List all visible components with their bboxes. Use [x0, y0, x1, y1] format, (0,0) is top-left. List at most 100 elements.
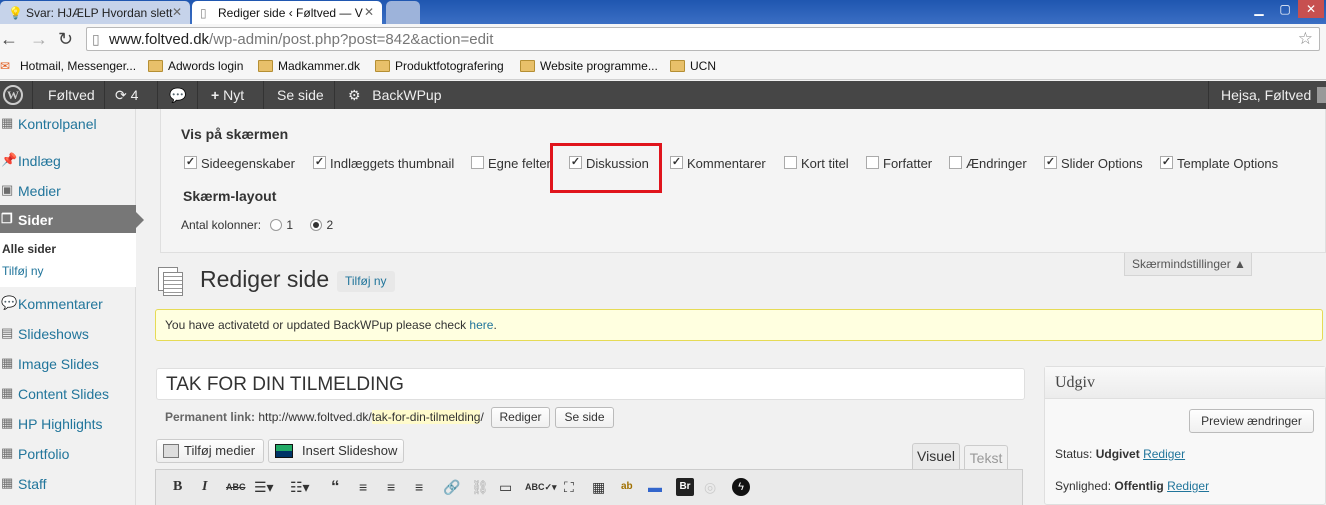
bookmark-item[interactable]: Madkammer.dk — [258, 59, 360, 73]
forward-icon[interactable]: → — [30, 28, 48, 50]
shortcode-icon[interactable]: ϟ — [732, 478, 750, 496]
edit-permalink-button[interactable]: Rediger — [491, 407, 550, 428]
insert-slideshow-button[interactable]: Insert Slideshow — [268, 439, 404, 463]
checkbox-option[interactable]: ✓ Template Options — [1160, 156, 1278, 171]
submenu-all-pages[interactable]: Alle sider — [2, 242, 56, 256]
checkbox-option[interactable]: Forfatter — [866, 156, 932, 171]
new-content-menu[interactable]: + Nyt — [211, 81, 244, 109]
tab-visual[interactable]: Visuel — [912, 443, 960, 470]
menu-content-slides[interactable]: ▦ Content Slides — [0, 379, 136, 409]
menu-label: Medier — [18, 183, 61, 199]
bookmark-item[interactable]: Website programme... — [520, 59, 658, 73]
highlight-icon[interactable]: ▬ — [648, 478, 662, 496]
site-name-menu[interactable]: Føltved — [48, 81, 95, 109]
tab-text[interactable]: Tekst — [964, 445, 1008, 470]
checkbox[interactable] — [866, 156, 879, 169]
post-title-input[interactable]: TAK FOR DIN TILMELDING — [156, 368, 1025, 400]
checkbox[interactable] — [471, 156, 484, 169]
edit-visibility-link[interactable]: Rediger — [1167, 479, 1209, 493]
menu-staff[interactable]: ▦ Staff — [0, 469, 136, 499]
bold-icon[interactable]: B — [173, 478, 182, 496]
preview-changes-button[interactable]: Preview ændringer — [1189, 409, 1314, 433]
close-icon[interactable]: ✕ — [364, 5, 374, 19]
bullet-list-icon[interactable]: ☰▾ — [254, 478, 274, 496]
menu-hp-highlights[interactable]: ▦ HP Highlights — [0, 409, 136, 439]
permalink-slug[interactable]: tak-for-din-tilmelding — [371, 410, 481, 424]
blockquote-icon[interactable]: “ — [331, 478, 340, 496]
url-input[interactable]: ▯ www.foltved.dk/wp-admin/post.php?post=… — [86, 27, 1320, 51]
checkbox-option[interactable]: ✓ Kommentarer — [670, 156, 766, 171]
menu-comments[interactable]: 💬 Kommentarer — [0, 289, 136, 319]
checkbox-option[interactable]: ✓ Sideegenskaber — [184, 156, 295, 171]
close-icon[interactable]: ✕ — [172, 5, 182, 19]
close-window-icon[interactable]: ✕ — [1298, 0, 1324, 18]
screen-options-heading: Vis på skærmen — [181, 126, 289, 142]
bookmark-item[interactable]: ✉ Hotmail, Messenger... — [0, 59, 136, 73]
account-greeting[interactable]: Hejsa, Føltved — [1221, 81, 1326, 109]
view-page-button[interactable]: Se side — [555, 407, 614, 428]
menu-media[interactable]: ▣ Medier — [0, 176, 136, 206]
checkbox-option[interactable]: Ændringer — [949, 156, 1027, 171]
numbered-list-icon[interactable]: ☷▾ — [290, 478, 310, 496]
more-tag-icon[interactable]: ▭ — [499, 478, 512, 496]
browser-tab[interactable]: 💡 Svar: HJÆLP Hvordan slett ✕ — [0, 1, 190, 24]
back-icon[interactable]: ← — [0, 28, 18, 50]
checkbox-option[interactable]: ✓ Indlæggets thumbnail — [313, 156, 454, 171]
minimize-icon[interactable]: ▁ — [1246, 0, 1272, 18]
checkbox[interactable]: ✓ — [1044, 156, 1057, 169]
menu-portfolio[interactable]: ▦ Portfolio — [0, 439, 136, 469]
backwpup-menu[interactable]: ⚙ BackWPup — [348, 81, 441, 109]
bridge-icon[interactable]: Br — [676, 478, 694, 496]
add-new-button[interactable]: Tilføj ny — [337, 271, 395, 292]
wp-logo-menu[interactable]: W — [0, 81, 32, 109]
browser-tab-active[interactable]: ▯ Rediger side ‹ Føltved — V ✕ — [192, 1, 382, 24]
checkbox[interactable] — [949, 156, 962, 169]
menu-dashboard[interactable]: ▦ Kontrolpanel — [0, 109, 136, 139]
align-right-icon[interactable]: ≡ — [415, 478, 423, 496]
maximize-icon[interactable]: ▢ — [1272, 0, 1298, 18]
checkbox[interactable] — [784, 156, 797, 169]
paste-word-icon[interactable]: ab — [621, 478, 633, 496]
add-media-button[interactable]: Tilføj medier — [156, 439, 264, 463]
checkbox[interactable]: ✓ — [313, 156, 326, 169]
align-center-icon[interactable]: ≡ — [387, 478, 395, 496]
notice-link[interactable]: here — [469, 318, 493, 332]
checkbox-option[interactable]: Egne felter — [471, 156, 551, 171]
italic-icon[interactable]: I — [202, 478, 207, 496]
checkbox[interactable]: ✓ — [670, 156, 683, 169]
menu-label: Staff — [18, 476, 47, 492]
checkbox[interactable]: ✓ — [184, 156, 197, 169]
edit-status-link[interactable]: Rediger — [1143, 447, 1185, 461]
radio-columns-2[interactable] — [310, 219, 323, 231]
kitchen-sink-icon[interactable]: ▦ — [592, 478, 605, 496]
bookmark-item[interactable]: UCN — [670, 59, 716, 73]
checkbox[interactable]: ✓ — [1160, 156, 1173, 169]
fullscreen-icon[interactable]: ⛶ — [564, 478, 574, 496]
wp-icon[interactable]: ◎ — [704, 478, 716, 496]
bookmark-item[interactable]: Adwords login — [148, 59, 243, 73]
checkbox-option[interactable]: ✓ Slider Options — [1044, 156, 1143, 171]
menu-image-slides[interactable]: ▦ Image Slides — [0, 349, 136, 379]
spellcheck-icon[interactable]: ABC✓▾ — [525, 478, 557, 496]
submenu-add-new[interactable]: Tilføj ny — [2, 264, 44, 278]
updates-count: 4 — [130, 87, 139, 103]
screen-options-toggle[interactable]: Skærmindstillinger ▲ — [1124, 253, 1252, 276]
view-page-link[interactable]: Se side — [277, 81, 324, 109]
pages-icon: ❐ — [1, 211, 13, 226]
bookmark-item[interactable]: Produktfotografering — [375, 59, 504, 73]
align-left-icon[interactable]: ≡ — [359, 478, 367, 496]
strikethrough-icon[interactable]: ABC — [226, 478, 246, 496]
new-tab-button[interactable] — [386, 1, 420, 24]
comments-menu[interactable]: 💬 — [169, 81, 186, 109]
radio-columns-1[interactable] — [270, 219, 283, 231]
status-row: Status: Udgivet Rediger — [1055, 447, 1185, 461]
star-icon[interactable]: ☆ — [1298, 29, 1313, 49]
reload-icon[interactable]: ↻ — [58, 28, 73, 50]
menu-slideshows[interactable]: ▤ Slideshows — [0, 319, 136, 349]
menu-posts[interactable]: 📌 Indlæg — [0, 146, 136, 176]
checkbox-option[interactable]: Kort titel — [784, 156, 849, 171]
unlink-icon[interactable]: ⛓ — [471, 478, 489, 496]
updates-menu[interactable]: ⟳ 4 — [115, 81, 138, 109]
menu-pages[interactable]: ❐ Sider — [0, 205, 144, 235]
link-icon[interactable]: 🔗 — [443, 478, 460, 496]
